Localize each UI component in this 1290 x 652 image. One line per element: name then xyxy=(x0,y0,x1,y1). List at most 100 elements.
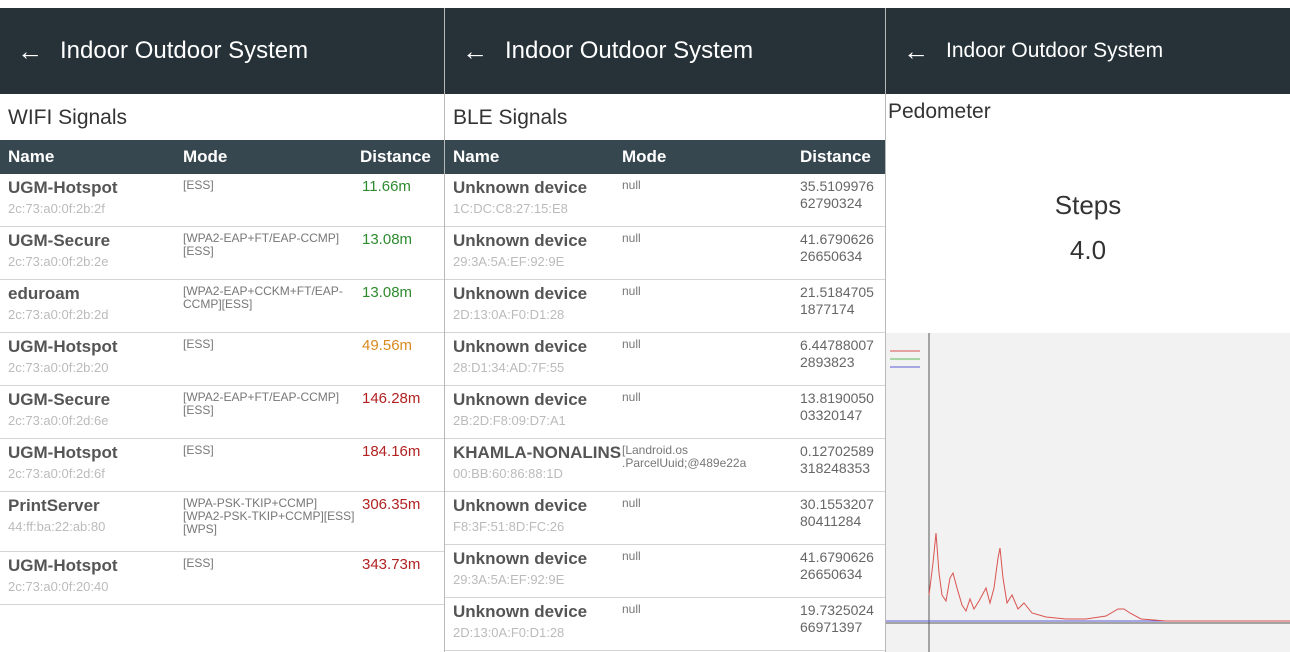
list-item[interactable]: Unknown device F8:3F:51:8D:FC:26 null 30.15… xyxy=(445,492,885,545)
device-mode: null xyxy=(622,496,641,510)
device-name: eduroam xyxy=(8,284,80,303)
device-name-cell: PrintServer 44:ff:ba:22:ab:80 xyxy=(8,496,105,534)
list-item[interactable]: Unknown device 2D:13:0A:F0:D1:28 null 21.51… xyxy=(445,280,885,333)
back-arrow-icon[interactable]: ← xyxy=(886,36,946,67)
device-address: F8:3F:51:8D:FC:26 xyxy=(453,519,565,534)
device-distance: 0.12702589 318248353 xyxy=(800,443,874,476)
device-address: 2c:73:a0:0f:2b:2e xyxy=(8,254,109,269)
header-name: Name xyxy=(453,147,500,166)
device-distance: 21.5184705 1877174 xyxy=(800,284,874,317)
device-name-cell: Unknown device F8:3F:51:8D:FC:26 xyxy=(453,496,587,534)
back-arrow-icon[interactable]: ← xyxy=(0,36,60,67)
device-address: 2D:13:0A:F0:D1:28 xyxy=(453,307,565,322)
section-title: Pedometer xyxy=(888,100,991,123)
device-name: Unknown device xyxy=(453,178,588,197)
device-distance: 11.66m xyxy=(362,178,411,195)
ble-panel: ← Indoor Outdoor System BLE Signals Name… xyxy=(445,8,885,652)
ble-list: Unknown device 1C:DC:C8:27:15:E8 null 35.51… xyxy=(445,174,885,651)
list-item[interactable]: UGM-Hotspot 2c:73:a0:0f:20:40 [ESS] 343.73m xyxy=(0,552,444,605)
device-mode: null xyxy=(622,178,641,192)
device-distance: 306.35m xyxy=(362,496,421,513)
device-name: Unknown device xyxy=(453,284,588,303)
device-distance: 13.08m xyxy=(362,231,413,248)
device-name: UGM-Hotspot xyxy=(8,556,118,575)
device-name-cell: Unknown device 29:3A:5A:EF:92:9E xyxy=(453,549,587,587)
device-mode: [ESS] xyxy=(183,556,214,570)
device-address: 00:BB:60:86:88:1D xyxy=(453,466,563,481)
table-header: Name Mode Distance xyxy=(0,140,444,174)
device-mode: [WPA2-EAP+CCKM+FT/EAP-CCMP][ESS] xyxy=(183,284,343,311)
device-address: 2c:73:a0:0f:2d:6f xyxy=(8,466,105,481)
device-name-cell: KHAMLA-NONALINS 00:BB:60:86:88:1D xyxy=(453,443,621,481)
device-address: 2c:73:a0:0f:2d:6e xyxy=(8,413,109,428)
device-distance: 35.5109976 62790324 xyxy=(800,178,874,211)
list-item[interactable]: Unknown device 29:3A:5A:EF:92:9E null 41.67… xyxy=(445,227,885,280)
header-mode: Mode xyxy=(183,147,228,166)
device-mode: [Landroid.os .ParcelUuid;@489e22a xyxy=(622,443,747,470)
app-title: Indoor Outdoor System xyxy=(60,37,309,64)
device-mode: [WPA2-EAP+FT/EAP-CCMP][ESS] xyxy=(183,390,340,417)
back-arrow-icon[interactable]: ← xyxy=(445,36,505,67)
device-distance: 13.08m xyxy=(362,284,413,301)
list-item[interactable]: UGM-Secure 2c:73:a0:0f:2b:2e [WPA2-EAP+FT/… xyxy=(0,227,444,280)
list-item[interactable]: UGM-Hotspot 2c:73:a0:0f:2b:2f [ESS] 11.66m xyxy=(0,174,444,227)
list-item[interactable]: PrintServer 44:ff:ba:22:ab:80 [WPA-PSK-TKI… xyxy=(0,492,444,552)
list-item[interactable]: Unknown device 1C:DC:C8:27:15:E8 null 35.51… xyxy=(445,174,885,227)
device-mode: [WPA-PSK-TKIP+CCMP][WPA2-PSK-TKIP+CCMP][… xyxy=(183,496,355,536)
graph-series-x xyxy=(928,532,1290,622)
list-item[interactable]: Unknown device 2B:2D:F8:09:D7:A1 null 13.81… xyxy=(445,386,885,439)
device-address: 44:ff:ba:22:ab:80 xyxy=(8,519,106,534)
device-name-cell: Unknown device 28:D1:34:AD:7F:55 xyxy=(453,337,587,375)
steps-display: Steps 4.0 xyxy=(886,190,1290,266)
device-name-cell: UGM-Secure 2c:73:a0:0f:2d:6e xyxy=(8,390,110,428)
device-name-cell: UGM-Hotspot 2c:73:a0:0f:20:40 xyxy=(8,556,118,594)
device-name-cell: Unknown device 29:3A:5A:EF:92:9E xyxy=(453,231,587,269)
device-mode: [ESS] xyxy=(183,443,214,457)
list-item[interactable]: UGM-Hotspot 2c:73:a0:0f:2d:6f [ESS] 184.16m xyxy=(0,439,444,492)
device-distance: 6.44788007 2893823 xyxy=(800,337,874,370)
device-distance: 343.73m xyxy=(362,556,421,573)
header-distance: Distance xyxy=(360,147,431,166)
steps-value: 4.0 xyxy=(1069,235,1107,265)
device-distance: 41.6790626 26650634 xyxy=(800,549,874,582)
device-name-cell: Unknown device 2D:13:0A:F0:D1:28 xyxy=(453,284,587,322)
list-item[interactable]: UGM-Secure 2c:73:a0:0f:2d:6e [WPA2-EAP+FT/… xyxy=(0,386,444,439)
device-address: 2c:73:a0:0f:2b:2f xyxy=(8,201,105,216)
steps-label: Steps xyxy=(1054,190,1122,220)
device-name-cell: eduroam 2c:73:a0:0f:2b:2d xyxy=(8,284,108,322)
list-item[interactable]: KHAMLA-NONALINS 00:BB:60:86:88:1D [Landroi… xyxy=(445,439,885,492)
list-item[interactable]: UGM-Hotspot 2c:73:a0:0f:2b:20 [ESS] 49.56m xyxy=(0,333,444,386)
app-bar: ← Indoor Outdoor System xyxy=(445,8,885,94)
wifi-panel: ← Indoor Outdoor System WIFI Signals Nam… xyxy=(0,8,444,652)
list-item[interactable]: Unknown device 28:D1:34:AD:7F:55 null 6.447… xyxy=(445,333,885,386)
device-mode: null xyxy=(622,337,641,351)
section-title: BLE Signals xyxy=(453,106,568,129)
list-item[interactable]: eduroam 2c:73:a0:0f:2b:2d [WPA2-EAP+CCKM+F… xyxy=(0,280,444,333)
device-name-cell: UGM-Hotspot 2c:73:a0:0f:2b:20 xyxy=(8,337,118,375)
device-mode: [ESS] xyxy=(183,337,214,351)
accelerometer-graph xyxy=(886,333,1290,652)
app-title: Indoor Outdoor System xyxy=(946,39,1164,62)
device-mode: null xyxy=(622,390,641,404)
device-mode: null xyxy=(622,231,641,245)
list-item[interactable]: Unknown device 2D:13:0A:F0:D1:28 null 19.73… xyxy=(445,598,885,651)
device-name-cell: Unknown device 2B:2D:F8:09:D7:A1 xyxy=(453,390,587,428)
device-distance: 146.28m xyxy=(362,390,421,407)
pedometer-panel: ← Indoor Outdoor System Pedometer Steps … xyxy=(886,8,1290,652)
device-mode: [ESS] xyxy=(183,178,214,192)
app-title: Indoor Outdoor System xyxy=(505,37,754,64)
app-bar: ← Indoor Outdoor System xyxy=(886,8,1290,94)
device-address: 28:D1:34:AD:7F:55 xyxy=(453,360,565,375)
device-name: UGM-Hotspot xyxy=(8,178,118,197)
device-name: UGM-Secure xyxy=(8,231,111,250)
device-address: 2c:73:a0:0f:20:40 xyxy=(8,579,109,594)
device-address: 2c:73:a0:0f:2b:20 xyxy=(8,360,109,375)
device-mode: null xyxy=(622,602,641,616)
device-name-cell: UGM-Hotspot 2c:73:a0:0f:2b:2f xyxy=(8,178,118,216)
list-item[interactable]: Unknown device 29:3A:5A:EF:92:9E null 41.67… xyxy=(445,545,885,598)
device-name-cell: UGM-Secure 2c:73:a0:0f:2b:2e xyxy=(8,231,110,269)
device-distance: 49.56m xyxy=(362,337,413,354)
device-distance: 184.16m xyxy=(362,443,421,460)
device-distance: 41.6790626 26650634 xyxy=(800,231,874,264)
device-name: Unknown device xyxy=(453,390,588,409)
